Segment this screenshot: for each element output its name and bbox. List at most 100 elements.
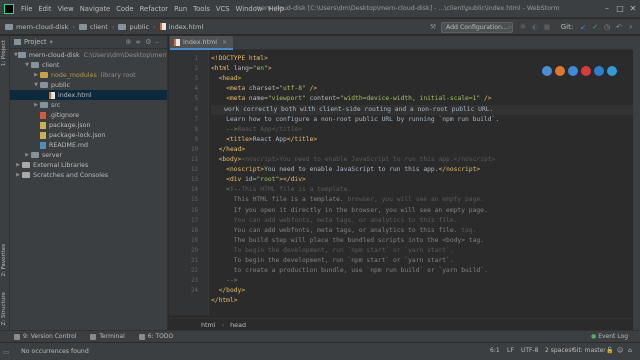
status-panel-toggle-icon[interactable]: ▭ bbox=[3, 348, 9, 356]
git-commit-icon[interactable]: ✓ bbox=[590, 22, 600, 32]
code-line[interactable]: <meta charset="utf-8" /> bbox=[211, 84, 317, 94]
code-line[interactable]: work correctly both with client-side rou… bbox=[211, 104, 640, 115]
tree-item-package-json[interactable]: package.json bbox=[10, 120, 167, 130]
tree-item-mern-cloud-disk[interactable]: ▼mern-cloud-diskC:\Users\dm\Desktop\mern… bbox=[10, 50, 167, 60]
code-line[interactable]: </head> bbox=[211, 145, 246, 155]
add-configuration-button[interactable]: Add Configuration... bbox=[441, 22, 513, 33]
favorites-tool-tab[interactable]: 2: Favorites bbox=[1, 244, 7, 277]
code-line[interactable]: <meta name="viewport" content="width=dev… bbox=[211, 94, 491, 104]
code-line[interactable]: To begin the development, run `npm start… bbox=[211, 246, 454, 256]
code-line[interactable]: --> bbox=[211, 276, 237, 286]
menu-refactor[interactable]: Refactor bbox=[137, 5, 172, 13]
todo-tool-button[interactable]: 6: TODO bbox=[138, 333, 173, 340]
editor-breadcrumb-html[interactable]: html bbox=[201, 321, 216, 329]
git-branch[interactable]: Git: master bbox=[572, 347, 606, 354]
code-editor[interactable]: <!DOCTYPE html> <html lang="en"> <head> <… bbox=[211, 50, 640, 315]
line-ending[interactable]: LF bbox=[507, 347, 514, 354]
tree-item-index-html[interactable]: index.html bbox=[10, 90, 167, 100]
collapsed-arrow-icon[interactable]: ▶ bbox=[32, 102, 40, 108]
code-line[interactable]: <!--This HTML file is a template. bbox=[211, 185, 351, 195]
code-line[interactable]: -->React App</title> bbox=[211, 125, 302, 135]
breadcrumb-file[interactable]: index.html bbox=[158, 23, 206, 31]
collapsed-arrow-icon[interactable]: ▶ bbox=[23, 152, 31, 158]
edge-browser-icon[interactable] bbox=[607, 66, 617, 76]
menu-file[interactable]: File bbox=[18, 5, 35, 13]
maximize-icon[interactable]: □ bbox=[614, 3, 626, 15]
code-line[interactable]: <html lang="en"> bbox=[211, 64, 272, 74]
code-line[interactable]: This HTML file is a template. browser, y… bbox=[211, 195, 484, 205]
close-tab-icon[interactable]: ✕ bbox=[222, 39, 227, 46]
code-line[interactable]: <noscript>You need to enable JavaScript … bbox=[211, 165, 480, 175]
run-icon[interactable]: ▶ bbox=[506, 22, 516, 32]
code-line[interactable]: to create a production bundle, use `npm … bbox=[211, 266, 488, 276]
collapsed-arrow-icon[interactable]: ▶ bbox=[14, 172, 22, 178]
code-line[interactable]: <!DOCTYPE html> bbox=[211, 54, 268, 64]
search-everywhere-icon[interactable]: ⌕ bbox=[626, 22, 636, 32]
firefox-browser-icon[interactable] bbox=[555, 66, 565, 76]
locate-file-icon[interactable]: ⊕ bbox=[125, 38, 135, 46]
code-line[interactable]: To begin the development, run `npm start… bbox=[211, 256, 454, 266]
opera-browser-icon[interactable] bbox=[581, 66, 591, 76]
menu-run[interactable]: Run bbox=[171, 5, 190, 13]
gear-icon[interactable]: ⚙ bbox=[145, 38, 155, 46]
project-tool-tab[interactable]: 1: Project bbox=[1, 40, 7, 66]
tree-item-readme-md[interactable]: README.md bbox=[10, 140, 167, 150]
file-encoding[interactable]: UTF-8 bbox=[521, 347, 539, 354]
code-line[interactable]: The build step will place the bundled sc… bbox=[211, 236, 484, 246]
menu-vcs[interactable]: VCS bbox=[213, 5, 233, 13]
tree-item-external-libraries[interactable]: ▶ External Libraries bbox=[10, 160, 167, 170]
code-line[interactable]: <body><noscript>You need to enable JavaS… bbox=[211, 155, 496, 165]
code-line[interactable]: Learn how to configure a non-root public… bbox=[211, 115, 499, 125]
code-line[interactable]: If you open it directly in the browser, … bbox=[211, 206, 488, 216]
debug-icon[interactable]: ✱ bbox=[518, 22, 528, 32]
git-rollback-icon[interactable]: ↶ bbox=[614, 22, 624, 32]
menu-code[interactable]: Code bbox=[113, 5, 136, 13]
tree-item-gitignore[interactable]: .gitignore bbox=[10, 110, 167, 120]
tree-item-scratches-and-consoles[interactable]: ▶ Scratches and Consoles bbox=[10, 170, 167, 180]
inspector-icon[interactable]: ☺ bbox=[617, 347, 623, 354]
code-line[interactable]: </body> bbox=[211, 286, 246, 296]
notifications-icon[interactable]: ⌂ bbox=[628, 347, 632, 354]
collapsed-arrow-icon[interactable]: ▶ bbox=[14, 162, 22, 168]
expanded-arrow-icon[interactable]: ▼ bbox=[32, 82, 40, 88]
version-control-tool-button[interactable]: 9: Version Control bbox=[14, 333, 76, 340]
breadcrumb-project[interactable]: mern-cloud-disk › bbox=[3, 23, 77, 31]
menu-view[interactable]: View bbox=[55, 5, 77, 13]
expanded-arrow-icon[interactable]: ▼ bbox=[23, 62, 31, 68]
menu-edit[interactable]: Edit bbox=[35, 5, 54, 13]
caret-position[interactable]: 6:1 bbox=[490, 347, 500, 354]
lock-icon[interactable]: 🔓 bbox=[606, 347, 613, 354]
tree-item-node-modules[interactable]: ▶ node_modules library root bbox=[10, 70, 167, 80]
code-line[interactable]: </html> bbox=[211, 296, 238, 306]
collapse-all-icon[interactable]: ≑ bbox=[135, 38, 145, 46]
menu-tools[interactable]: Tools bbox=[190, 5, 213, 13]
tree-item-src[interactable]: ▶ src bbox=[10, 100, 167, 110]
editor-tab-index-html[interactable]: index.html ✕ bbox=[170, 36, 234, 50]
chrome-browser-icon[interactable] bbox=[542, 66, 552, 76]
hide-panel-icon[interactable]: – bbox=[156, 38, 164, 46]
code-line[interactable]: <title>React App</title> bbox=[211, 135, 317, 145]
terminal-tool-button[interactable]: Terminal bbox=[90, 333, 125, 340]
tree-item-server[interactable]: ▶ server bbox=[10, 150, 167, 160]
safari-browser-icon[interactable] bbox=[568, 66, 578, 76]
code-line[interactable]: You can add webfonts, meta tags, or anal… bbox=[211, 226, 477, 236]
tree-item-public[interactable]: ▼ public bbox=[10, 80, 167, 90]
editor-breadcrumb-head[interactable]: head bbox=[230, 321, 246, 329]
breadcrumb-public[interactable]: public › bbox=[116, 23, 157, 31]
breadcrumb-client[interactable]: client › bbox=[77, 23, 116, 31]
tree-item-package-lock-json[interactable]: package-lock.json bbox=[10, 130, 167, 140]
ie-browser-icon[interactable] bbox=[594, 66, 604, 76]
git-update-icon[interactable]: ↙ bbox=[578, 22, 588, 32]
project-panel-title[interactable]: Project bbox=[24, 38, 47, 46]
tree-item-client[interactable]: ▼ client bbox=[10, 60, 167, 70]
stop-icon[interactable]: ■ bbox=[542, 22, 552, 32]
chevron-down-icon[interactable]: ▾ bbox=[50, 38, 53, 46]
close-icon[interactable]: ✕ bbox=[627, 3, 639, 15]
collapsed-arrow-icon[interactable]: ▶ bbox=[32, 72, 40, 78]
menu-navigate[interactable]: Navigate bbox=[77, 5, 114, 13]
code-line[interactable]: <div id="root"></div> bbox=[211, 175, 306, 185]
code-line[interactable]: <head> bbox=[211, 74, 242, 84]
hammer-icon[interactable]: ⚒ bbox=[428, 22, 438, 32]
indent-setting[interactable]: 2 spaces* bbox=[545, 347, 574, 354]
event-log-button[interactable]: ● Event Log bbox=[591, 333, 628, 340]
